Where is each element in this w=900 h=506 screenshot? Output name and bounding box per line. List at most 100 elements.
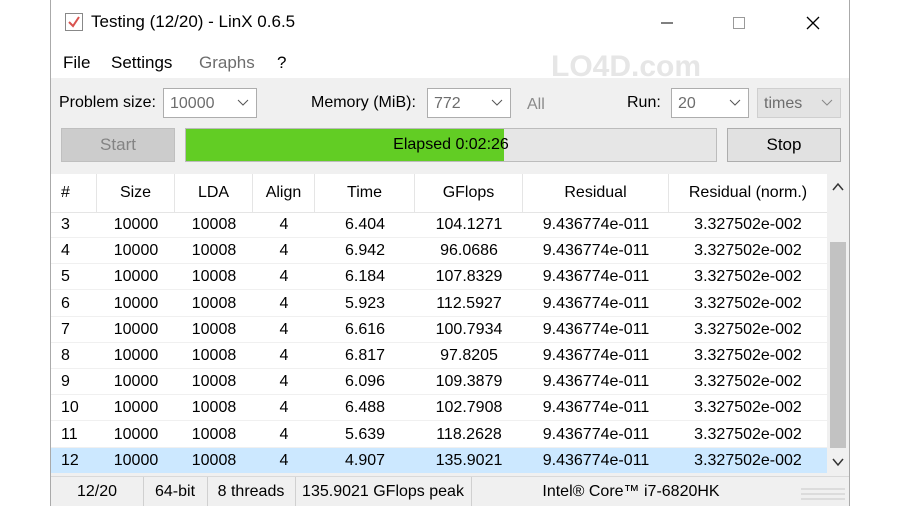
maximize-icon xyxy=(733,17,745,29)
menu-bar: File Settings Graphs ? xyxy=(51,46,849,78)
scrollbar-thumb[interactable] xyxy=(830,242,846,448)
table-cell: 12 xyxy=(61,451,79,469)
vertical-scrollbar[interactable] xyxy=(827,174,849,474)
table-cell: 3.327502e-002 xyxy=(694,216,802,233)
column-header[interactable]: Residual (norm.) xyxy=(669,174,827,212)
table-cell: 9.436774e-011 xyxy=(542,242,650,260)
table-cell: 8 xyxy=(61,347,70,364)
menu-file[interactable]: File xyxy=(63,53,90,73)
run-combo[interactable]: 20 xyxy=(671,88,749,118)
table-cell: 10000 xyxy=(113,320,159,338)
status-threads: 8 threads xyxy=(207,477,296,506)
status-bar: 12/20 64-bit 8 threads 135.9021 GFlops p… xyxy=(51,476,849,506)
table-row[interactable]: 11 10000 10008 4 5.639 118.2628 9.436774e-011 3… xyxy=(51,422,827,448)
table-cell: 4 xyxy=(279,373,289,391)
table-row[interactable]: 5 10000 10008 4 6.184 107.8329 9.436774e-011 3.… xyxy=(51,264,827,291)
column-header[interactable]: Residual xyxy=(523,174,669,212)
results-table: # Size LDA Align Time GFlops Residual Re… xyxy=(51,174,827,474)
column-header[interactable]: LDA xyxy=(175,174,253,212)
table-cell: 6.096 xyxy=(344,373,386,391)
table-cell: 10008 xyxy=(191,320,237,338)
table-cell: 10000 xyxy=(113,425,159,443)
table-cell: 4 xyxy=(279,451,289,469)
table-cell: 9.436774e-011 xyxy=(542,399,650,417)
table-cell: 4 xyxy=(279,425,289,443)
chevron-down-icon xyxy=(729,99,741,106)
desktop-background-right xyxy=(850,0,900,506)
title-bar: Testing (12/20) - LinX 0.6.5 xyxy=(51,0,849,46)
table-cell: 11 xyxy=(61,425,78,443)
menu-help[interactable]: ? xyxy=(277,53,286,73)
table-cell: 104.1271 xyxy=(435,216,503,233)
maximize-button[interactable] xyxy=(719,8,759,38)
table-row[interactable]: 4 10000 10008 4 6.942 96.0686 9.436774e-011 3.3… xyxy=(51,238,827,265)
column-header[interactable]: Time xyxy=(315,174,415,212)
stop-button[interactable]: Stop xyxy=(727,128,841,162)
linx-window: Testing (12/20) - LinX 0.6.5 File Settin… xyxy=(50,0,850,506)
table-cell: 3.327502e-002 xyxy=(694,320,802,338)
table-cell: 107.8329 xyxy=(435,268,503,286)
problem-size-label: Problem size: xyxy=(59,94,156,111)
column-header[interactable]: # xyxy=(51,174,97,212)
minimize-button[interactable] xyxy=(647,8,687,38)
table-cell: 10008 xyxy=(191,216,237,233)
problem-size-combo[interactable]: 10000 xyxy=(163,88,257,118)
table-cell: 4 xyxy=(279,320,289,338)
table-cell: 3.327502e-002 xyxy=(694,451,802,469)
table-cell: 10008 xyxy=(191,373,237,391)
table-cell: 10000 xyxy=(113,373,159,391)
table-cell: 3.327502e-002 xyxy=(694,268,802,286)
memory-combo[interactable]: 772 xyxy=(427,88,511,118)
chevron-down-icon xyxy=(237,99,249,106)
table-row[interactable]: 10 10000 10008 4 6.488 102.7908 9.436774e-011 3… xyxy=(51,395,827,422)
status-cpu: Intel® Core™ i7-6820HK xyxy=(542,483,720,500)
table-cell: 10000 xyxy=(113,242,159,260)
table-cell: 4 xyxy=(279,242,289,260)
table-cell: 109.3879 xyxy=(435,373,503,391)
table-cell: 6.942 xyxy=(344,242,386,260)
table-cell: 10000 xyxy=(113,294,159,312)
table-cell: 7 xyxy=(61,320,70,338)
resize-grip-icon[interactable] xyxy=(801,485,845,503)
table-cell: 10008 xyxy=(191,425,237,443)
chevron-down-icon[interactable] xyxy=(831,455,845,469)
table-cell: 4 xyxy=(279,294,289,312)
table-cell: 9.436774e-011 xyxy=(542,373,650,391)
memory-value: 772 xyxy=(434,95,461,112)
table-cell: 10008 xyxy=(191,268,237,286)
run-unit-combo[interactable]: times xyxy=(757,88,841,118)
table-cell: 4.907 xyxy=(344,451,386,469)
table-cell: 9.436774e-011 xyxy=(542,347,650,364)
progress-bar: Elapsed 0:02:26 xyxy=(185,128,717,162)
table-cell: 3.327502e-002 xyxy=(694,242,802,260)
table-cell: 6.184 xyxy=(344,268,386,286)
problem-size-value: 10000 xyxy=(170,95,215,112)
table-cell: 118.2628 xyxy=(436,425,502,443)
table-cell: 4 xyxy=(279,347,289,364)
table-row[interactable]: 3 10000 10008 4 6.404 104.1271 9.436774e-011 3.… xyxy=(51,212,827,238)
table-cell: 9.436774e-011 xyxy=(542,216,650,233)
menu-settings[interactable]: Settings xyxy=(111,53,172,73)
table-row[interactable]: 12 10000 10008 4 4.907 135.9021 9.436774e-011 3… xyxy=(51,447,827,474)
window-title: Testing (12/20) - LinX 0.6.5 xyxy=(91,12,296,31)
table-cell: 5 xyxy=(61,268,70,286)
column-header[interactable]: Align xyxy=(253,174,315,212)
column-header[interactable]: Size xyxy=(97,174,175,212)
menu-graphs[interactable]: Graphs xyxy=(199,53,255,73)
close-button[interactable] xyxy=(793,8,833,38)
all-checkbox-label[interactable]: All xyxy=(527,96,545,114)
start-button[interactable]: Start xyxy=(61,128,175,162)
table-cell: 6 xyxy=(61,294,70,312)
run-label: Run: xyxy=(627,94,661,111)
column-header[interactable]: GFlops xyxy=(415,174,523,212)
table-row[interactable]: 8 10000 10008 4 6.817 97.8205 9.436774e-011 3.3… xyxy=(51,343,827,369)
elapsed-text: Elapsed 0:02:26 xyxy=(393,136,509,153)
table-row[interactable]: 6 10000 10008 4 5.923 112.5927 9.436774e-011 3.… xyxy=(51,291,827,317)
chevron-up-icon[interactable] xyxy=(831,180,845,194)
table-row[interactable]: 9 10000 10008 4 6.096 109.3879 9.436774e-011 3.… xyxy=(51,369,827,396)
table-cell: 100.7934 xyxy=(435,320,503,338)
table-cell: 10008 xyxy=(191,399,237,417)
table-cell: 3 xyxy=(61,216,70,233)
table-row[interactable]: 7 10000 10008 4 6.616 100.7934 9.436774e-011 3.… xyxy=(51,317,827,343)
table-cell: 4 xyxy=(279,268,289,286)
